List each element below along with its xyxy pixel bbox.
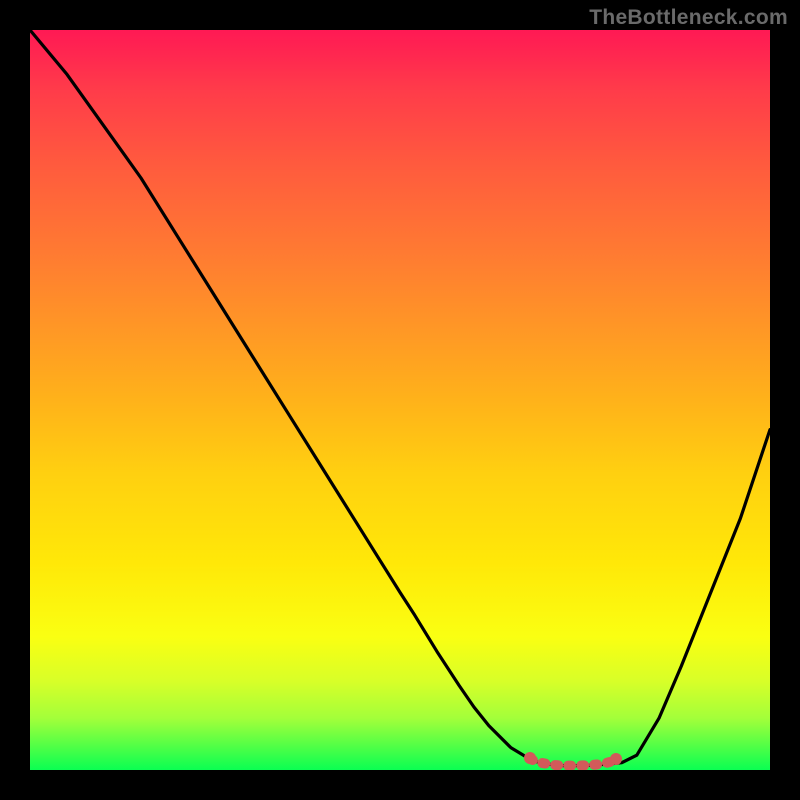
trough-accent-dot-right — [610, 753, 622, 765]
plot-area — [30, 30, 770, 770]
bottleneck-curve — [30, 30, 770, 770]
chart-frame: TheBottleneck.com — [0, 0, 800, 800]
curve-path — [30, 30, 770, 766]
trough-accent-dot-left — [524, 752, 536, 764]
trough-accent — [530, 759, 614, 766]
attribution-label: TheBottleneck.com — [589, 6, 788, 30]
